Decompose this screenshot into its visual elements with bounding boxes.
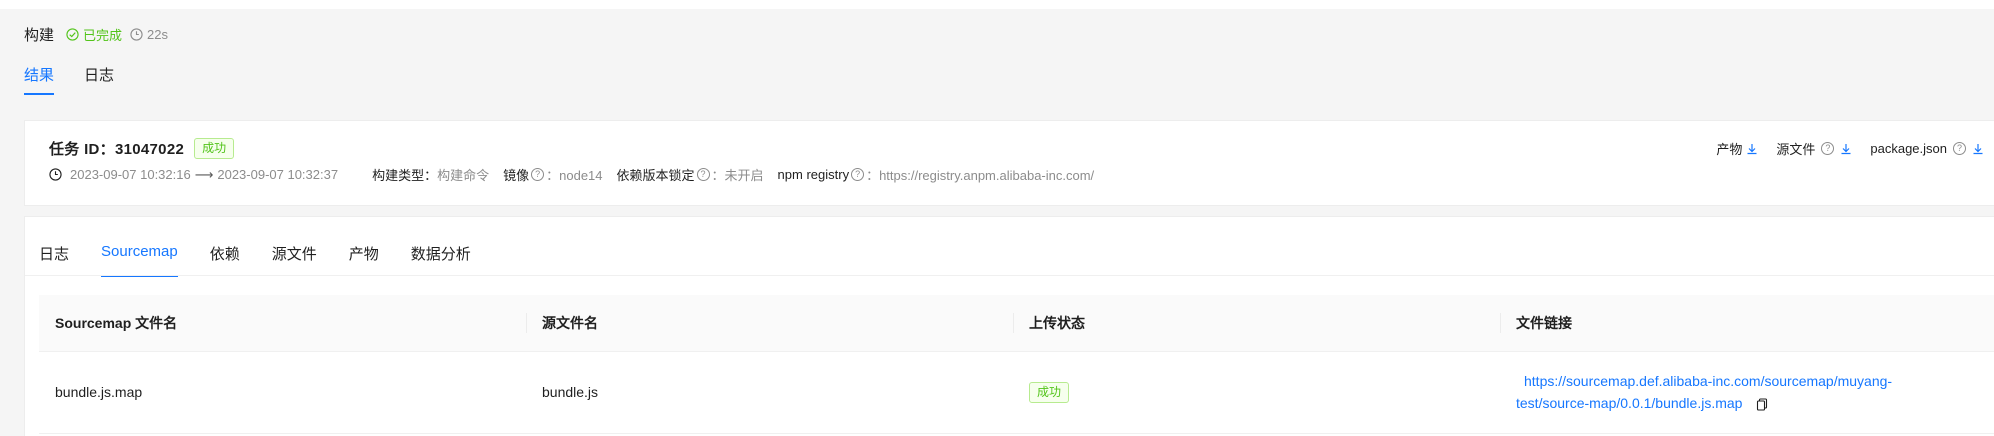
column-header: 上传状态 bbox=[1013, 295, 1500, 352]
task-title: 任务 ID：31047022 成功 bbox=[49, 138, 235, 159]
check-circle-icon bbox=[66, 27, 79, 41]
copy-icon[interactable] bbox=[1756, 398, 1768, 411]
meta-dep-lock: 依赖版本锁定 ? ：未开启 bbox=[617, 165, 764, 184]
table-row: bundle.js.map bundle.js 成功 https://sourc… bbox=[39, 351, 1994, 434]
upload-status-tag: 成功 bbox=[1029, 381, 1070, 403]
build-status: 已完成 bbox=[66, 25, 122, 44]
download-icon[interactable] bbox=[1972, 143, 1984, 155]
link-line-1: https://sourcemap.def.alibaba-inc.com/so… bbox=[1524, 373, 1893, 389]
subtab-divider bbox=[25, 275, 1994, 276]
question-circle-icon[interactable]: ? bbox=[851, 168, 865, 181]
link-line-2: test/source-map/0.0.1/bundle.js.map bbox=[1516, 395, 1743, 411]
task-meta: 2023-09-07 10:32:16 ⟶ 2023-09-07 10:32:3… bbox=[49, 165, 1094, 184]
download-package-json[interactable]: package.json ? bbox=[1870, 139, 1984, 158]
result-card: 日志 Sourcemap 依赖 源文件 产物 数据分析 Sourcemap 文件… bbox=[24, 216, 1994, 436]
sourcemap-link[interactable]: https://sourcemap.def.alibaba-inc.com/so… bbox=[1516, 373, 1892, 411]
question-circle-icon[interactable]: ? bbox=[696, 168, 710, 181]
download-artifact[interactable]: 产物 bbox=[1716, 139, 1758, 158]
source-filename: bundle.js bbox=[526, 351, 1013, 434]
build-duration: 22s bbox=[130, 27, 168, 42]
question-circle-icon[interactable]: ? bbox=[1821, 142, 1835, 155]
meta-image: 镜像 ? ：node14 bbox=[503, 165, 603, 184]
task-id-value: 31047022 bbox=[114, 141, 185, 158]
meta-value: 构建命令 bbox=[437, 168, 490, 183]
sourcemap-table: Sourcemap 文件名 源文件名 上传状态 文件链接 bundle.js.m… bbox=[39, 295, 1994, 434]
upload-status-cell: 成功 bbox=[1013, 351, 1500, 434]
build-header: 构建 已完成 22s bbox=[24, 22, 168, 46]
top-strip bbox=[0, 0, 1994, 9]
end-time: 2023-09-07 10:32:37 bbox=[217, 167, 339, 182]
meta-build-type: 构建类型： 构建命令 bbox=[372, 165, 489, 184]
clock-icon bbox=[49, 168, 62, 181]
build-status-text: 已完成 bbox=[83, 27, 123, 43]
download-label: 产物 bbox=[1716, 142, 1743, 157]
subtab-source-files[interactable]: 源文件 bbox=[272, 243, 317, 277]
time-arrow-icon: ⟶ bbox=[194, 166, 214, 182]
download-source[interactable]: 源文件 ? bbox=[1776, 139, 1852, 158]
start-time: 2023-09-07 10:32:16 bbox=[70, 167, 191, 182]
file-link-cell: https://sourcemap.def.alibaba-inc.com/so… bbox=[1500, 351, 1994, 434]
meta-value: ：未开启 bbox=[711, 168, 764, 183]
meta-key: 依赖版本锁定 bbox=[616, 168, 695, 183]
download-icon[interactable] bbox=[1840, 143, 1852, 155]
subtab-analytics[interactable]: 数据分析 bbox=[411, 243, 471, 277]
download-label: package.json bbox=[1870, 141, 1947, 156]
question-circle-icon[interactable]: ? bbox=[1953, 142, 1966, 155]
meta-key: 镜像 bbox=[503, 168, 530, 183]
task-id-label: 任务 ID： bbox=[49, 141, 115, 158]
column-header: 源文件名 bbox=[526, 295, 1013, 352]
subtab-sourcemap[interactable]: Sourcemap bbox=[101, 243, 178, 277]
meta-value: ：node14 bbox=[546, 168, 603, 183]
question-circle-icon[interactable]: ? bbox=[531, 168, 545, 181]
sub-tabs: 日志 Sourcemap 依赖 源文件 产物 数据分析 bbox=[39, 243, 471, 277]
task-status-tag: 成功 bbox=[194, 138, 235, 159]
meta-npm-registry: npm registry ? ：https://registry.anpm.al… bbox=[778, 165, 1095, 184]
subtab-dependencies[interactable]: 依赖 bbox=[210, 243, 240, 277]
meta-key: 构建类型： bbox=[372, 168, 438, 183]
column-header: 文件链接 bbox=[1500, 295, 1994, 352]
meta-key: npm registry bbox=[777, 167, 850, 182]
build-title: 构建 bbox=[24, 26, 55, 44]
downloads: 产物 源文件 ? package.json ? bbox=[1716, 139, 1984, 158]
main-tabs: 结果 日志 bbox=[24, 64, 114, 95]
meta-value: ：https://registry.anpm.alibaba-inc.com/ bbox=[866, 168, 1095, 183]
task-card: 任务 ID：31047022 成功 2023-09-07 10:32:16 ⟶ … bbox=[24, 120, 1994, 206]
task-id: 任务 ID：31047022 bbox=[49, 138, 184, 159]
sourcemap-filename: bundle.js.map bbox=[39, 351, 526, 434]
table-header-row: Sourcemap 文件名 源文件名 上传状态 文件链接 bbox=[39, 295, 1994, 352]
tab-result[interactable]: 结果 bbox=[24, 64, 55, 95]
column-header: Sourcemap 文件名 bbox=[39, 295, 526, 352]
build-duration-text: 22s bbox=[147, 26, 168, 42]
download-icon[interactable] bbox=[1746, 143, 1758, 155]
download-label: 源文件 bbox=[1776, 142, 1816, 157]
subtab-log[interactable]: 日志 bbox=[39, 243, 69, 277]
subtab-artifacts[interactable]: 产物 bbox=[349, 243, 379, 277]
tab-log[interactable]: 日志 bbox=[84, 64, 114, 95]
clock-icon bbox=[130, 27, 143, 41]
